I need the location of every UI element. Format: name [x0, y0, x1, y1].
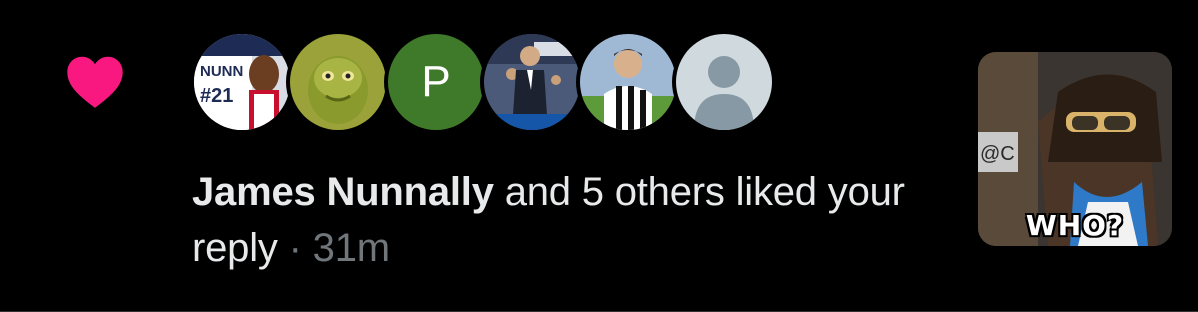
- avatar-p[interactable]: P: [388, 34, 484, 130]
- avatar-jersey-number: #21: [200, 85, 233, 107]
- avatar-soccer-player[interactable]: [580, 34, 676, 130]
- reply-media-thumbnail[interactable]: @C WHO?: [978, 52, 1172, 246]
- heart-icon: [67, 56, 123, 108]
- like-notification[interactable]: NUNN #21 P James Nunnally and 5 others l…: [0, 0, 1198, 312]
- actor-name[interactable]: James Nunnally: [192, 170, 494, 214]
- timestamp: 31m: [312, 226, 390, 270]
- separator-dot: ·: [277, 226, 313, 270]
- notification-text[interactable]: James Nunnally and 5 others liked your r…: [192, 164, 952, 276]
- avatar-default[interactable]: [676, 34, 772, 130]
- thumb-overlay-text: @C: [980, 143, 1015, 165]
- avatar-james-nunnally[interactable]: NUNN #21: [194, 34, 290, 130]
- default-user-icon: [676, 34, 772, 130]
- avatar-jersey-text: NUNN: [200, 63, 243, 80]
- avatar-suited-man[interactable]: [484, 34, 580, 130]
- avatar-letter: P: [421, 57, 451, 106]
- avatar-grinch[interactable]: [290, 34, 386, 130]
- thumb-caption: WHO?: [1025, 209, 1125, 242]
